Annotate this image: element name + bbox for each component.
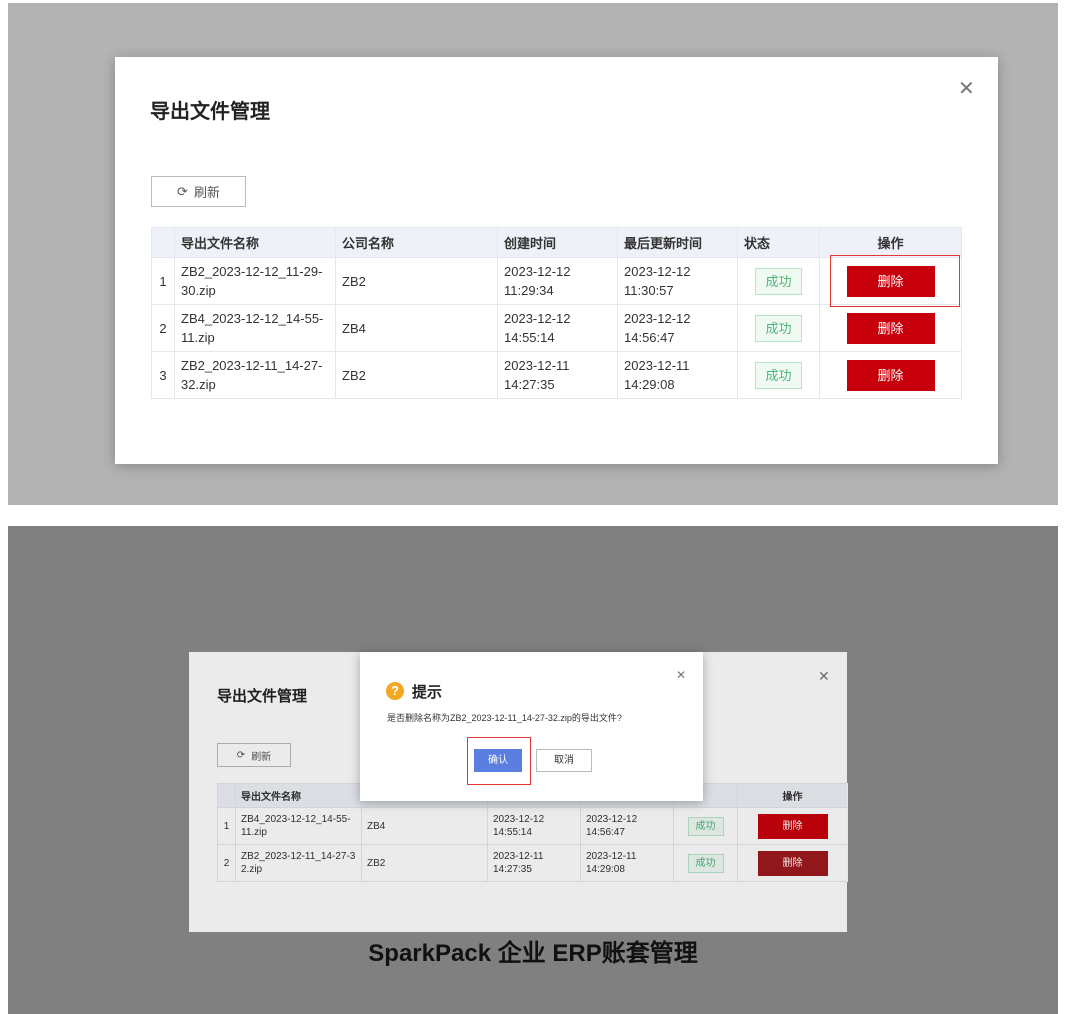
table-row: 3 ZB2_2023-12-11_14-27-32.zip ZB2 2023-1… bbox=[151, 351, 962, 399]
close-icon[interactable]: ✕ bbox=[958, 79, 975, 99]
table-header: 导出文件名称 公司名称 创建时间 最后更新时间 状态 操作 bbox=[151, 227, 962, 258]
highlight-box bbox=[830, 255, 960, 307]
cell-updated: 2023-12-11 14:29:08 bbox=[617, 351, 738, 399]
col-created: 创建时间 bbox=[497, 227, 618, 258]
page-caption: SparkPack 企业 ERP账套管理 bbox=[368, 940, 698, 967]
cell-created: 2023-12-12 11:29:34 bbox=[497, 257, 618, 305]
dialog-message: 是否删除名称为ZB2_2023-12-11_14-27-32.zip的导出文件? bbox=[387, 713, 622, 723]
col-company: 公司名称 bbox=[335, 227, 498, 258]
col-status: 状态 bbox=[737, 227, 820, 258]
col-file-name: 导出文件名称 bbox=[174, 227, 336, 258]
cell-company: ZB2 bbox=[335, 351, 498, 399]
confirm-dialog: ? 提示 ✕ 是否删除名称为ZB2_2023-12-11_14-27-32.zi… bbox=[360, 652, 703, 801]
row-index: 3 bbox=[151, 351, 175, 399]
highlight-box bbox=[467, 737, 531, 785]
modal-title: 导出文件管理 bbox=[150, 101, 270, 123]
status-badge: 成功 bbox=[755, 267, 802, 295]
cell-file-name: ZB2_2023-12-12_11-29-30.zip bbox=[174, 257, 336, 305]
cell-updated: 2023-12-12 11:30:57 bbox=[617, 257, 738, 305]
cancel-button[interactable]: 取消 bbox=[536, 749, 592, 772]
status-badge: 成功 bbox=[755, 314, 802, 342]
status-badge: 成功 bbox=[755, 361, 802, 389]
cell-file-name: ZB2_2023-12-11_14-27-32.zip bbox=[174, 351, 336, 399]
cell-created: 2023-12-12 14:55:14 bbox=[497, 304, 618, 352]
dialog-title: 提示 bbox=[412, 684, 443, 701]
dialog-close-icon[interactable]: ✕ bbox=[676, 669, 686, 681]
delete-button[interactable]: 删除 bbox=[846, 312, 935, 344]
refresh-label: 刷新 bbox=[193, 185, 220, 200]
question-icon: ? bbox=[386, 682, 404, 700]
cell-file-name: ZB4_2023-12-12_14-55-11.zip bbox=[174, 304, 336, 352]
col-action: 操作 bbox=[819, 227, 962, 258]
cell-company: ZB4 bbox=[335, 304, 498, 352]
screenshot-panel-1: 导出文件管理 ✕ ⟳ 刷新 导出文件名称 公司名称 创建时间 最后更新时间 状态… bbox=[8, 3, 1058, 505]
cell-updated: 2023-12-12 14:56:47 bbox=[617, 304, 738, 352]
table-row: 2 ZB4_2023-12-12_14-55-11.zip ZB4 2023-1… bbox=[151, 304, 962, 352]
row-index: 1 bbox=[151, 257, 175, 305]
screenshot-panel-2: 导出文件管理 ✕ ⟳ 刷新 导出文件名称 态 操作 bbox=[8, 526, 1058, 1014]
refresh-button[interactable]: ⟳ 刷新 bbox=[151, 176, 246, 207]
cell-created: 2023-12-11 14:27:35 bbox=[497, 351, 618, 399]
refresh-icon: ⟳ bbox=[177, 183, 188, 199]
delete-button[interactable]: 删除 bbox=[846, 359, 935, 391]
cell-company: ZB2 bbox=[335, 257, 498, 305]
col-updated: 最后更新时间 bbox=[617, 227, 738, 258]
row-index: 2 bbox=[151, 304, 175, 352]
export-file-table: 导出文件名称 公司名称 创建时间 最后更新时间 状态 操作 1 ZB2_2023… bbox=[151, 227, 962, 399]
